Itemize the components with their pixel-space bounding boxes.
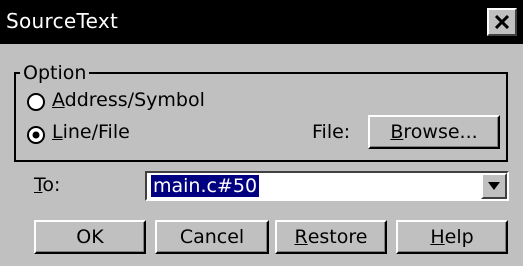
line-file-label[interactable]: Line/File [52, 121, 130, 143]
file-label: File: [312, 121, 351, 143]
to-label: To: [34, 174, 61, 196]
ok-button[interactable]: OK [34, 220, 146, 254]
help-button[interactable]: Help [396, 220, 508, 254]
close-icon [495, 15, 509, 29]
browse-button-label: Browse... [390, 121, 478, 143]
to-combobox-value[interactable]: main.c#50 [151, 175, 260, 197]
title-bar[interactable]: SourceText [0, 0, 523, 44]
to-combobox[interactable]: main.c#50 [145, 171, 509, 201]
line-file-radio[interactable] [26, 125, 46, 145]
close-button[interactable] [487, 8, 517, 36]
restore-button-label: Restore [294, 226, 368, 248]
cancel-button[interactable]: Cancel [155, 220, 269, 254]
option-group-label: Option [20, 62, 90, 84]
address-symbol-radio[interactable] [26, 92, 46, 112]
window-title: SourceText [6, 9, 119, 33]
restore-button[interactable]: Restore [275, 220, 387, 254]
chevron-down-icon [488, 182, 500, 190]
browse-button[interactable]: Browse... [368, 115, 500, 149]
source-text-dialog: SourceText Option Address/Symbol Line/Fi… [0, 0, 523, 266]
to-dropdown-button[interactable] [481, 173, 507, 199]
help-button-label: Help [430, 226, 474, 248]
address-symbol-label[interactable]: Address/Symbol [52, 89, 205, 111]
